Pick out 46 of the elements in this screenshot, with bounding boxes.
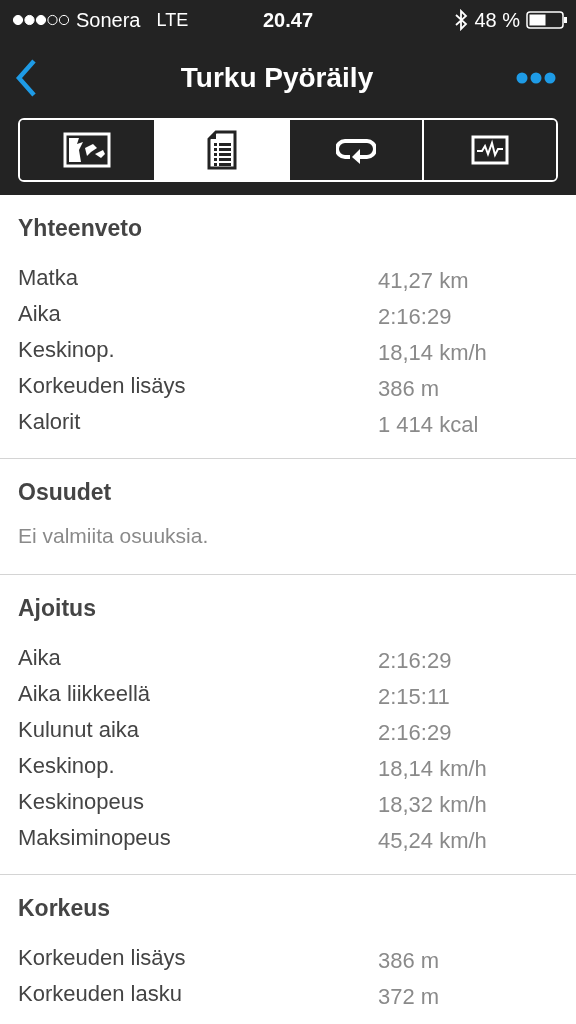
stat-label: Keskinop. (18, 753, 116, 779)
tab[interactable] (422, 120, 556, 180)
stat-value: 2:15:11 (378, 684, 450, 710)
bluetooth-icon (454, 9, 469, 31)
empty-message: Ei valmiita osuuksia. (18, 524, 210, 549)
stat-label: Keskinopeus (18, 789, 145, 815)
stat-value: 2:16:29 (378, 304, 452, 330)
stat-label: Korkeuden lisäys (18, 373, 187, 399)
more-button[interactable] (516, 72, 556, 84)
stat-value: 18,14 km/h (378, 756, 487, 782)
stat-label: Aika (18, 645, 62, 671)
tab[interactable] (154, 120, 288, 180)
carrier-name: Sonera (76, 8, 141, 32)
back-button[interactable] (14, 58, 38, 98)
stat-value: 386 m (378, 376, 440, 402)
status-time: 20.47 (262, 8, 314, 32)
network-type: LTE (156, 9, 189, 31)
section-title: Yhteenveto (18, 215, 143, 242)
stat-label: Keskinop. (18, 337, 116, 363)
stat-value: 41,27 km (378, 268, 469, 294)
stat-label: Maksiminopeus (18, 825, 172, 851)
signal-icon (12, 14, 70, 26)
document-icon (207, 130, 237, 170)
nav-title: Turku Pyöräily (180, 62, 374, 94)
stat-value: 45,24 km/h (378, 828, 487, 854)
map-icon (63, 132, 111, 168)
battery-percent: 48 % (474, 8, 520, 32)
section-title: Korkeus (18, 895, 112, 922)
stat-label: Aika liikkeellä (18, 681, 152, 707)
graph-icon (471, 135, 509, 165)
stat-label: Korkeuden lisäys (18, 945, 187, 971)
stat-label: Kulunut aika (18, 717, 141, 743)
stat-label: Matka (18, 265, 79, 291)
stat-value: 2:16:29 (378, 720, 452, 746)
stat-value: 2:16:29 (378, 648, 452, 674)
stat-value: 372 m (378, 984, 440, 1010)
battery-icon (526, 11, 568, 29)
stat-value: 18,32 km/h (378, 792, 487, 818)
stat-label: Kalorit (18, 409, 82, 435)
stat-value: 386 m (378, 948, 440, 974)
section-title: Osuudet (18, 479, 113, 506)
section-title: Ajoitus (18, 595, 97, 622)
stat-value: 1 414 kcal (378, 412, 479, 438)
stat-label: Aika (18, 301, 62, 327)
stat-value: 18,14 km/h (378, 340, 487, 366)
stat-label: Korkeuden lasku (18, 981, 183, 1007)
